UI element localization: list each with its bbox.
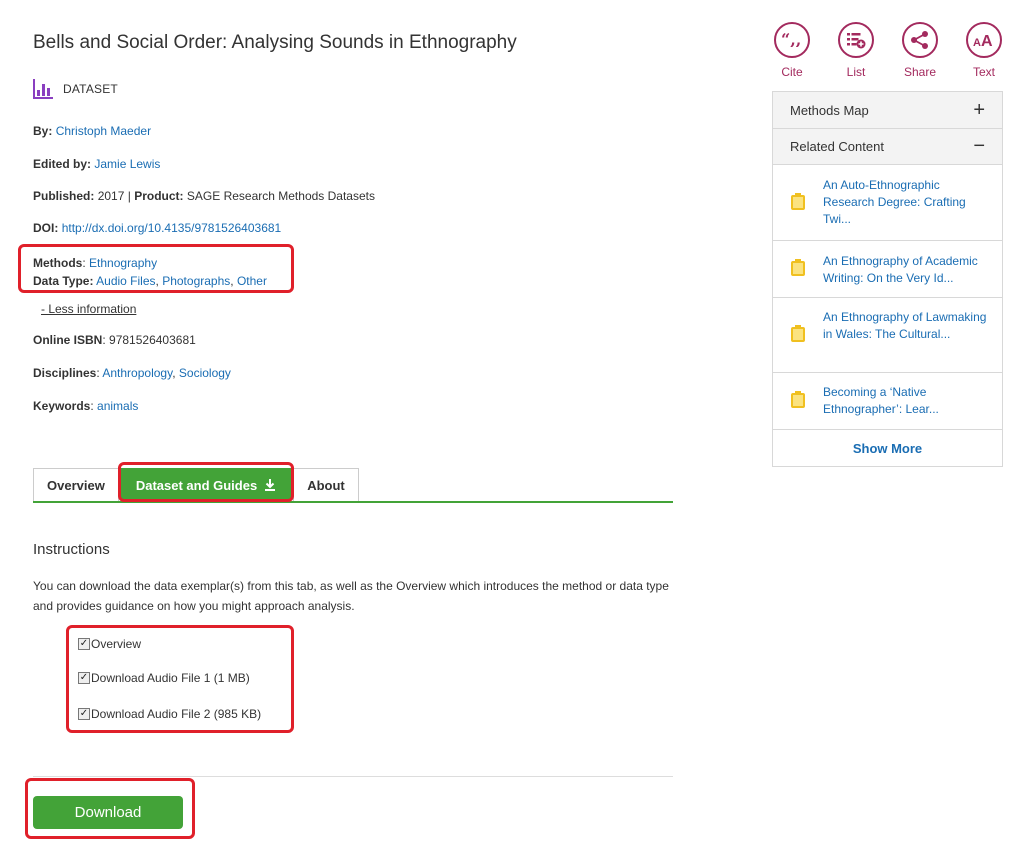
list-label: List bbox=[846, 65, 866, 79]
related-content-label: Related Content bbox=[790, 139, 884, 154]
minus-icon: − bbox=[973, 135, 985, 157]
tab-dataset-and-guides[interactable]: Dataset and Guides bbox=[120, 468, 292, 502]
checkbox-overview[interactable]: ✓ bbox=[78, 638, 90, 650]
author-row: By: Christoph Maeder bbox=[33, 124, 151, 138]
methods-map-label: Methods Map bbox=[790, 102, 869, 118]
clipboard-icon bbox=[791, 259, 805, 276]
download-icon bbox=[264, 478, 276, 494]
doi-row: DOI: http://dx.doi.org/10.4135/978152640… bbox=[33, 221, 281, 235]
list-tool[interactable]: List bbox=[836, 22, 876, 79]
disciplines-row: Disciplines: Anthropology, Sociology bbox=[33, 366, 231, 380]
clipboard-icon bbox=[791, 193, 805, 210]
checkbox-row-overview[interactable]: ✓ Overview bbox=[78, 637, 141, 651]
related-item[interactable]: An Auto-Ethnographic Research Degree: Cr… bbox=[773, 164, 1002, 240]
discipline-link-sociology[interactable]: Sociology bbox=[179, 366, 231, 380]
content-type-label: DATASET bbox=[63, 82, 118, 96]
share-label: Share bbox=[903, 65, 937, 79]
checkbox-row-audio-1[interactable]: ✓ Download Audio File 1 (1 MB) bbox=[78, 671, 250, 685]
methods-map-toggle[interactable]: Methods Map + bbox=[773, 92, 1002, 128]
datatype-link-photographs[interactable]: Photographs bbox=[162, 274, 230, 288]
disciplines-label: Disciplines bbox=[33, 366, 97, 380]
list-add-icon[interactable] bbox=[838, 22, 874, 58]
related-item-title[interactable]: An Auto-Ethnographic Research Degree: Cr… bbox=[823, 177, 992, 228]
tab-about[interactable]: About bbox=[293, 468, 359, 502]
checkbox-audio-file-2[interactable]: ✓ bbox=[78, 708, 90, 720]
keywords-row: Keywords: animals bbox=[33, 399, 139, 413]
page-title: Bells and Social Order: Analysing Sounds… bbox=[33, 32, 517, 53]
doi-link[interactable]: http://dx.doi.org/10.4135/9781526403681 bbox=[62, 221, 282, 235]
product-label: Product: bbox=[134, 189, 184, 203]
tab-overview[interactable]: Overview bbox=[33, 468, 119, 502]
datatype-label: Data Type: bbox=[33, 274, 94, 288]
methods-link-ethnography[interactable]: Ethnography bbox=[89, 256, 157, 270]
content-tabs: Overview Dataset and Guides About bbox=[33, 468, 359, 502]
tabs-underline bbox=[33, 501, 673, 503]
share-icon[interactable] bbox=[902, 22, 938, 58]
clipboard-icon bbox=[791, 325, 805, 342]
related-item-title[interactable]: Becoming a ‘Native Ethnographer’: Lear..… bbox=[823, 384, 992, 418]
bar-chart-icon bbox=[33, 79, 53, 99]
checkbox-row-audio-2[interactable]: ✓ Download Audio File 2 (985 KB) bbox=[78, 707, 261, 721]
doi-label: DOI: bbox=[33, 221, 59, 235]
meta-separator: | bbox=[127, 189, 131, 203]
datatype-link-audio[interactable]: Audio Files bbox=[96, 274, 155, 288]
text-label: Text bbox=[972, 65, 995, 79]
divider bbox=[33, 776, 673, 777]
clipboard-icon bbox=[791, 391, 805, 408]
instructions-text: You can download the data exemplar(s) fr… bbox=[33, 579, 669, 613]
related-item-title[interactable]: An Ethnography of Academic Writing: On t… bbox=[823, 253, 992, 287]
related-item[interactable]: Becoming a ‘Native Ethnographer’: Lear..… bbox=[773, 372, 1002, 429]
svg-text:A: A bbox=[981, 33, 993, 48]
svg-text:A: A bbox=[973, 37, 981, 48]
quote-icon[interactable]: “,, bbox=[774, 22, 810, 58]
sidebar-panel: Methods Map + Related Content − An Auto-… bbox=[772, 91, 1003, 467]
methods-label: Methods bbox=[33, 256, 83, 270]
editor-link[interactable]: Jamie Lewis bbox=[94, 157, 160, 171]
keywords-label: Keywords bbox=[33, 399, 91, 413]
product-value: SAGE Research Methods Datasets bbox=[186, 189, 375, 203]
instructions-title: Instructions bbox=[33, 541, 110, 558]
show-more-link[interactable]: Show More bbox=[773, 429, 1002, 466]
text-tool[interactable]: AA Text bbox=[964, 22, 1004, 79]
content-type: DATASET bbox=[33, 79, 118, 99]
discipline-link-anthropology[interactable]: Anthropology bbox=[102, 366, 172, 380]
isbn-row: Online ISBN: 9781526403681 bbox=[33, 333, 196, 347]
checkbox-label: Overview bbox=[91, 637, 142, 651]
download-button[interactable]: Download bbox=[33, 796, 183, 829]
author-label: By: bbox=[33, 124, 53, 138]
datatype-link-other[interactable]: Other bbox=[237, 274, 267, 288]
svg-text:“,,: “,, bbox=[781, 33, 801, 47]
share-tool[interactable]: Share bbox=[900, 22, 940, 79]
cite-label: Cite bbox=[781, 65, 803, 79]
editor-label: Edited by: bbox=[33, 157, 92, 171]
published-label: Published: bbox=[33, 189, 95, 203]
plus-icon: + bbox=[973, 98, 985, 121]
less-information-link[interactable]: - Less information bbox=[41, 302, 136, 316]
checkbox-label: Download Audio File 2 (985 KB) bbox=[91, 707, 262, 721]
related-content-toggle[interactable]: Related Content − bbox=[773, 128, 1002, 164]
checkbox-audio-file-1[interactable]: ✓ bbox=[78, 672, 90, 684]
datatype-row: Data Type: Audio Files, Photographs, Oth… bbox=[33, 274, 267, 288]
published-year: 2017 bbox=[97, 189, 125, 203]
related-item[interactable]: An Ethnography of Lawmaking in Wales: Th… bbox=[773, 297, 1002, 372]
editor-row: Edited by: Jamie Lewis bbox=[33, 157, 160, 171]
isbn-value: 9781526403681 bbox=[109, 333, 196, 347]
text-size-icon[interactable]: AA bbox=[966, 22, 1002, 58]
isbn-label: Online ISBN bbox=[33, 333, 103, 347]
published-row: Published: 2017 | Product: SAGE Research… bbox=[33, 189, 375, 203]
cite-tool[interactable]: “,, Cite bbox=[772, 22, 812, 79]
related-item-title[interactable]: An Ethnography of Lawmaking in Wales: Th… bbox=[823, 309, 992, 343]
author-link[interactable]: Christoph Maeder bbox=[56, 124, 151, 138]
methods-row: Methods: Ethnography bbox=[33, 256, 158, 270]
related-item[interactable]: An Ethnography of Academic Writing: On t… bbox=[773, 240, 1002, 297]
checkbox-label: Download Audio File 1 (1 MB) bbox=[91, 671, 250, 685]
tools-bar: “,, Cite List Share AA Text bbox=[772, 22, 1004, 79]
keyword-link-animals[interactable]: animals bbox=[97, 399, 138, 413]
